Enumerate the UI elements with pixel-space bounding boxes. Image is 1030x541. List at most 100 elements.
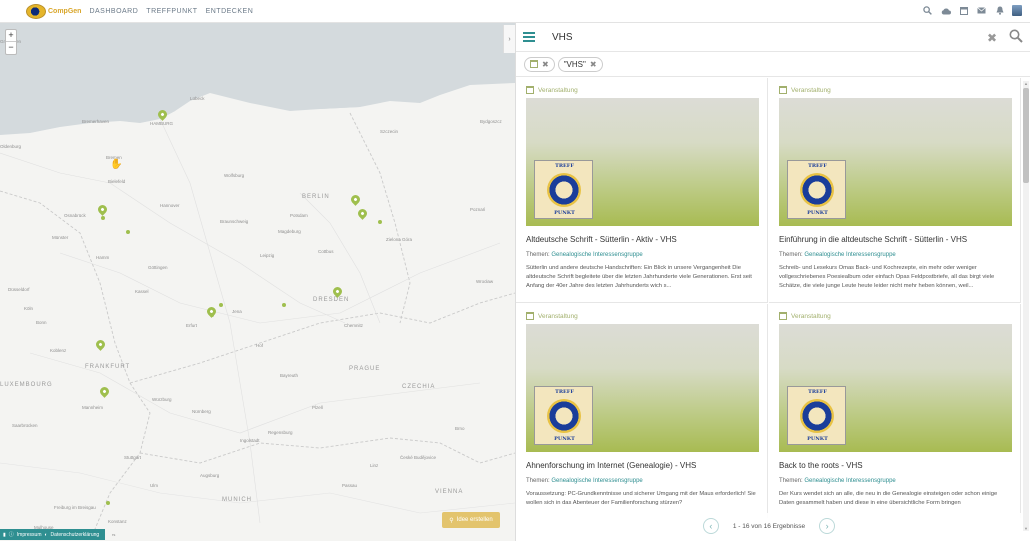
hand-cursor-icon: ✋: [110, 159, 123, 170]
map-label: Freiburg im Breisgau: [54, 505, 96, 510]
map-label: Bielefeld: [108, 179, 126, 184]
collapse-panel-button[interactable]: ›: [503, 25, 515, 53]
result-card[interactable]: Veranstaltung TREFF PUNKT Ahnenforschung…: [516, 304, 768, 518]
topic-link[interactable]: Genealogische Interessensgruppe: [551, 478, 642, 484]
scroll-thumb[interactable]: [1023, 88, 1029, 183]
search-input[interactable]: VHS: [552, 32, 573, 43]
create-idea-button[interactable]: ⚲ Idee erstellen: [442, 512, 500, 528]
treffpunkt-emblem-icon: TREFF PUNKT: [787, 160, 846, 219]
card-title[interactable]: Einführung in die altdeutsche Schrift - …: [779, 235, 1010, 244]
map-label: Stuttgart: [124, 455, 142, 460]
logo-emblem-icon: [26, 3, 46, 19]
map-label: Regensburg: [268, 430, 293, 435]
topic-link[interactable]: Genealogische Interessensgruppe: [804, 478, 895, 484]
clear-search-icon[interactable]: ✖: [987, 31, 997, 45]
result-card[interactable]: Veranstaltung TREFF PUNKT Back to the ro…: [769, 304, 1021, 518]
map-dot-marker[interactable]: [282, 303, 286, 307]
card-type: Veranstaltung: [779, 86, 1010, 94]
nav-dashboard[interactable]: DASHBOARD: [89, 8, 138, 15]
result-card[interactable]: Veranstaltung TREFF PUNKT Altdeutsche Sc…: [516, 78, 768, 303]
map-label: CZECHIA: [402, 384, 436, 390]
card-topic: Themen: Genealogische Interessensgruppe: [526, 252, 643, 258]
scroll-up-icon[interactable]: ▲: [1023, 81, 1029, 86]
card-image: TREFF PUNKT: [526, 98, 759, 226]
info-icon: ⓘ: [8, 532, 14, 538]
main-nav: DASHBOARD TREFFPUNKT ENTDECKEN: [89, 8, 261, 15]
card-description: Schreib- und Lesekurs Omas Back- und Koc…: [779, 265, 995, 289]
map-label: Brno: [455, 426, 465, 431]
menu-icon[interactable]: [523, 30, 535, 44]
map-view[interactable]: HAMBURG Lübeck Bremerhaven Bremen Oldenb…: [0, 23, 515, 541]
map-label: Bydgoszcz: [480, 119, 502, 124]
map-label: Saarbrücken: [12, 423, 38, 428]
map-label: Oldenburg: [0, 144, 22, 149]
map-label: HAMBURG: [150, 121, 174, 126]
remove-chip-icon[interactable]: ✖: [590, 60, 597, 69]
scroll-down-icon[interactable]: ▼: [1023, 526, 1029, 531]
card-description: Sütterlin und andere deutsche Handschrif…: [526, 265, 752, 289]
filter-chips: ✖ "VHS" ✖: [516, 52, 1030, 77]
map-base: [0, 23, 515, 541]
nav-treffpunkt[interactable]: TREFFPUNKT: [146, 8, 197, 15]
result-count: 1 - 16 von 16 Ergebnisse: [732, 522, 806, 530]
map-label: Erfurt: [186, 323, 198, 328]
map-label: FRANKFURT: [85, 364, 131, 370]
nav-entdecken[interactable]: ENTDECKEN: [206, 8, 254, 15]
topic-link[interactable]: Genealogische Interessensgruppe: [804, 252, 895, 258]
map-dot-marker[interactable]: [219, 303, 223, 307]
next-page-button[interactable]: ›: [819, 518, 836, 534]
map-label: Cottbus: [318, 249, 334, 254]
map-label: Wolfsburg: [224, 173, 245, 178]
map-label: Braunschweig: [220, 219, 249, 224]
filter-chip-event[interactable]: ✖: [524, 56, 555, 72]
zoom-out-button[interactable]: −: [6, 42, 16, 54]
map-label: Bremerhaven: [82, 119, 110, 124]
calendar-icon: [530, 60, 538, 68]
map-label: Hannover: [160, 203, 180, 208]
card-type-label: Veranstaltung: [538, 86, 578, 94]
card-type: Veranstaltung: [526, 312, 757, 320]
mail-icon[interactable]: [976, 5, 987, 16]
map-dot-marker[interactable]: [101, 216, 105, 220]
card-image: TREFF PUNKT: [779, 324, 1012, 452]
map-attribution[interactable]: rs: [112, 532, 115, 537]
map-label: Magdeburg: [278, 229, 301, 234]
create-idea-label: Idee erstellen: [456, 517, 493, 523]
map-label: Hof: [256, 343, 264, 348]
top-navbar: CompGen DASHBOARD TREFFPUNKT ENTDECKEN: [0, 0, 1030, 23]
filter-chip-query[interactable]: "VHS" ✖: [557, 56, 603, 72]
remove-chip-icon[interactable]: ✖: [542, 60, 549, 69]
card-topic: Themen: Genealogische Interessensgruppe: [779, 252, 896, 258]
search-icon[interactable]: [922, 5, 933, 16]
map-dot-marker[interactable]: [378, 220, 382, 224]
card-title[interactable]: Ahnenforschung im Internet (Genealogie) …: [526, 461, 757, 470]
map-dot-marker[interactable]: [126, 230, 130, 234]
card-title[interactable]: Altdeutsche Schrift - Sütterlin - Aktiv …: [526, 235, 757, 244]
datenschutz-link[interactable]: Datenschutzerklärung: [51, 532, 100, 538]
results-scrollbar[interactable]: ▲ ▼: [1023, 81, 1029, 531]
prev-page-button[interactable]: ‹: [702, 518, 719, 534]
zoom-in-button[interactable]: +: [6, 30, 16, 42]
topic-link[interactable]: Genealogische Interessensgruppe: [551, 252, 642, 258]
calendar-icon[interactable]: [958, 5, 969, 16]
map-label: MUNICH: [222, 497, 252, 503]
treffpunkt-emblem-icon: TREFF PUNKT: [534, 160, 593, 219]
card-image: TREFF PUNKT: [779, 98, 1012, 226]
cloud-icon[interactable]: [940, 5, 951, 16]
map-dot-marker[interactable]: [210, 313, 214, 317]
map-label: Augsburg: [200, 473, 220, 478]
impressum-link[interactable]: Impressum: [17, 532, 42, 538]
calendar-icon: [779, 86, 787, 94]
bookmark-icon[interactable]: ▮: [3, 532, 6, 538]
map-dot-marker[interactable]: [106, 501, 110, 505]
avatar[interactable]: [1012, 5, 1022, 16]
pagination: ‹ 1 - 16 von 16 Ergebnisse ›: [516, 513, 1022, 539]
bell-icon[interactable]: [994, 5, 1005, 16]
map-label: Münster: [52, 235, 69, 240]
map-label: Nürnberg: [192, 409, 211, 414]
card-title[interactable]: Back to the roots - VHS: [779, 461, 1010, 470]
result-card[interactable]: Veranstaltung TREFF PUNKT Einführung in …: [769, 78, 1021, 303]
search-icon[interactable]: [1009, 29, 1023, 43]
map-label: Linz: [370, 463, 379, 468]
logo[interactable]: CompGen: [26, 3, 81, 19]
